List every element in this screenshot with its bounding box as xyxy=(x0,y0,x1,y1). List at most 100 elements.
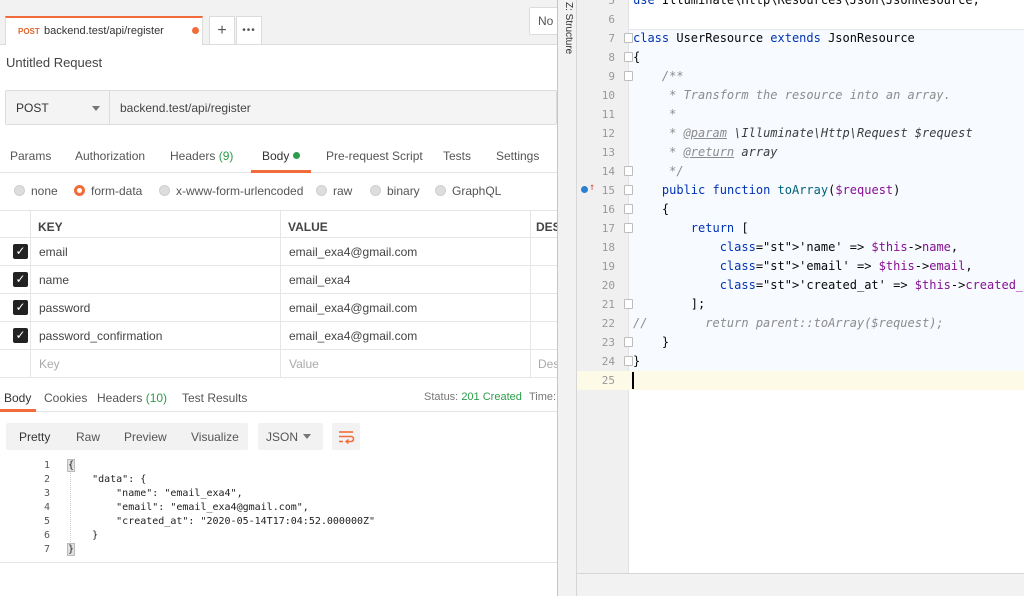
tab-prerequest-script[interactable]: Pre-request Script xyxy=(326,149,423,163)
radio-raw-label[interactable]: raw xyxy=(333,184,352,198)
tab-authorization[interactable]: Authorization xyxy=(75,149,145,163)
structure-tab[interactable]: Z: Structure xyxy=(560,2,574,54)
code-text: ]; xyxy=(633,297,706,311)
response-line-text: "name": "email_exa4", xyxy=(68,488,243,499)
code-line[interactable]: 24} xyxy=(577,352,1024,371)
fold-marker-icon[interactable] xyxy=(624,337,633,347)
tab-settings[interactable]: Settings xyxy=(496,149,539,163)
response-format-group: Pretty Raw Preview Visualize xyxy=(6,423,248,450)
structure-tool-strip[interactable]: Z: Structure xyxy=(558,0,577,596)
row-key[interactable]: name xyxy=(39,273,69,287)
new-value-input[interactable]: Value xyxy=(289,357,319,371)
response-line-number: 4 xyxy=(43,502,50,513)
code-line[interactable]: 5 use Illuminate\Http\Resources\Json\Json… xyxy=(577,0,1024,10)
row-key[interactable]: password xyxy=(39,301,90,315)
format-preview-button[interactable]: Preview xyxy=(124,430,167,444)
row-checkbox[interactable]: ✓ xyxy=(13,300,28,315)
code-line[interactable]: 9 /** xyxy=(577,67,1024,86)
radio-binary-label[interactable]: binary xyxy=(387,184,420,198)
new-description-input[interactable]: Des xyxy=(538,357,557,371)
method-select[interactable]: POST xyxy=(6,91,110,124)
fold-marker-icon[interactable] xyxy=(624,223,633,233)
code-line[interactable]: 13 * @return array xyxy=(577,143,1024,162)
response-tab-body[interactable]: Body xyxy=(4,391,31,405)
url-input[interactable]: backend.test/api/register xyxy=(120,101,251,115)
fold-marker-icon[interactable] xyxy=(624,71,633,81)
radio-form-data[interactable] xyxy=(74,185,85,196)
new-tab-button[interactable]: + xyxy=(209,16,235,45)
code-line[interactable]: 15 ↑ public function toArray($request) xyxy=(577,181,1024,200)
radio-none[interactable] xyxy=(14,185,25,196)
code-line[interactable]: 12 * @param \Illuminate\Http\Request $re… xyxy=(577,124,1024,143)
fold-marker-icon[interactable] xyxy=(624,204,633,214)
response-line-number: 2 xyxy=(43,474,50,485)
response-line-text: { xyxy=(66,459,76,472)
row-key[interactable]: email xyxy=(39,245,68,259)
response-body-viewer[interactable]: 1 { 2 "data": { 3 "name": "email_exa4", … xyxy=(0,458,557,563)
radio-graphql[interactable] xyxy=(435,185,446,196)
editor-bottom-bar xyxy=(577,573,1024,596)
radio-raw[interactable] xyxy=(316,185,327,196)
new-key-input[interactable]: Key xyxy=(39,357,60,371)
tab-body[interactable]: Body xyxy=(262,149,301,163)
radio-graphql-label[interactable]: GraphQL xyxy=(452,184,501,198)
code-line[interactable]: 8{ xyxy=(577,48,1024,67)
fold-marker-icon[interactable] xyxy=(624,185,633,195)
format-raw-button[interactable]: Raw xyxy=(76,430,100,444)
response-line-number: 3 xyxy=(43,488,50,499)
row-value[interactable]: email_exa4@gmail.com xyxy=(289,245,417,259)
fold-marker-icon[interactable] xyxy=(624,33,633,43)
response-tab-headers[interactable]: Headers (10) xyxy=(97,391,167,405)
radio-form-data-label[interactable]: form-data xyxy=(91,184,142,198)
line-number: 22 xyxy=(601,317,615,330)
response-line: 6 } xyxy=(0,530,557,544)
code-line[interactable]: 10 * Transform the resource into an arra… xyxy=(577,86,1024,105)
row-checkbox[interactable]: ✓ xyxy=(13,272,28,287)
radio-x-www-form-urlencoded[interactable] xyxy=(159,185,170,196)
row-key[interactable]: password_confirmation xyxy=(39,329,162,343)
code-line[interactable]: 25 xyxy=(577,371,1024,390)
line-number: 18 xyxy=(601,241,615,254)
implements-method-icon[interactable] xyxy=(581,186,588,193)
request-tab[interactable]: POST backend.test/api/register xyxy=(5,16,203,45)
format-pretty-button[interactable]: Pretty xyxy=(19,430,50,444)
response-tab-cookies[interactable]: Cookies xyxy=(44,391,87,405)
code-line[interactable]: 22 // return parent::toArray($request); xyxy=(577,314,1024,333)
radio-none-label[interactable]: none xyxy=(31,184,58,198)
code-line[interactable]: 16 { xyxy=(577,200,1024,219)
radio-x-www-form-urlencoded-label[interactable]: x-www-form-urlencoded xyxy=(176,184,303,198)
row-checkbox[interactable]: ✓ xyxy=(13,244,28,259)
format-visualize-button[interactable]: Visualize xyxy=(191,430,239,444)
code-line[interactable]: 11 * xyxy=(577,105,1024,124)
row-checkbox[interactable]: ✓ xyxy=(13,328,28,343)
tab-options-button[interactable]: ••• xyxy=(236,16,262,45)
wrap-lines-button[interactable] xyxy=(332,423,360,450)
row-value[interactable]: email_exa4@gmail.com xyxy=(289,329,417,343)
code-line[interactable]: 21 ]; xyxy=(577,295,1024,314)
tab-tests[interactable]: Tests xyxy=(443,149,471,163)
fold-marker-icon[interactable] xyxy=(624,52,633,62)
code-line[interactable]: 6 xyxy=(577,10,1024,29)
code-line[interactable]: 23 } xyxy=(577,333,1024,352)
response-language-select[interactable]: JSON xyxy=(258,423,323,450)
code-line[interactable]: 17 return [ xyxy=(577,219,1024,238)
fold-marker-icon[interactable] xyxy=(624,299,633,309)
tab-headers[interactable]: Headers (9) xyxy=(170,149,233,163)
environment-select[interactable]: No xyxy=(529,7,557,35)
code-line[interactable]: 18 class="st">'name' => $this->name, xyxy=(577,238,1024,257)
code-text: class="st">'email' => $this->email, xyxy=(719,259,973,273)
code-line[interactable]: 7 class UserResource extends JsonResource xyxy=(577,29,1024,48)
tab-params[interactable]: Params xyxy=(10,149,51,163)
chevron-down-icon xyxy=(303,434,311,439)
row-value[interactable]: email_exa4 xyxy=(289,273,350,287)
row-value[interactable]: email_exa4@gmail.com xyxy=(289,301,417,315)
response-tab-test-results[interactable]: Test Results xyxy=(182,391,247,405)
fold-marker-icon[interactable] xyxy=(624,356,633,366)
radio-binary[interactable] xyxy=(370,185,381,196)
fold-marker-icon[interactable] xyxy=(624,166,633,176)
request-title[interactable]: Untitled Request xyxy=(6,55,102,70)
response-line: 5 "created_at": "2020-05-14T17:04:52.000… xyxy=(0,516,557,530)
code-line[interactable]: 20 class="st">'created_at' => $this->cre… xyxy=(577,276,1024,295)
code-line[interactable]: 14 */ xyxy=(577,162,1024,181)
code-line[interactable]: 19 class="st">'email' => $this->email, xyxy=(577,257,1024,276)
